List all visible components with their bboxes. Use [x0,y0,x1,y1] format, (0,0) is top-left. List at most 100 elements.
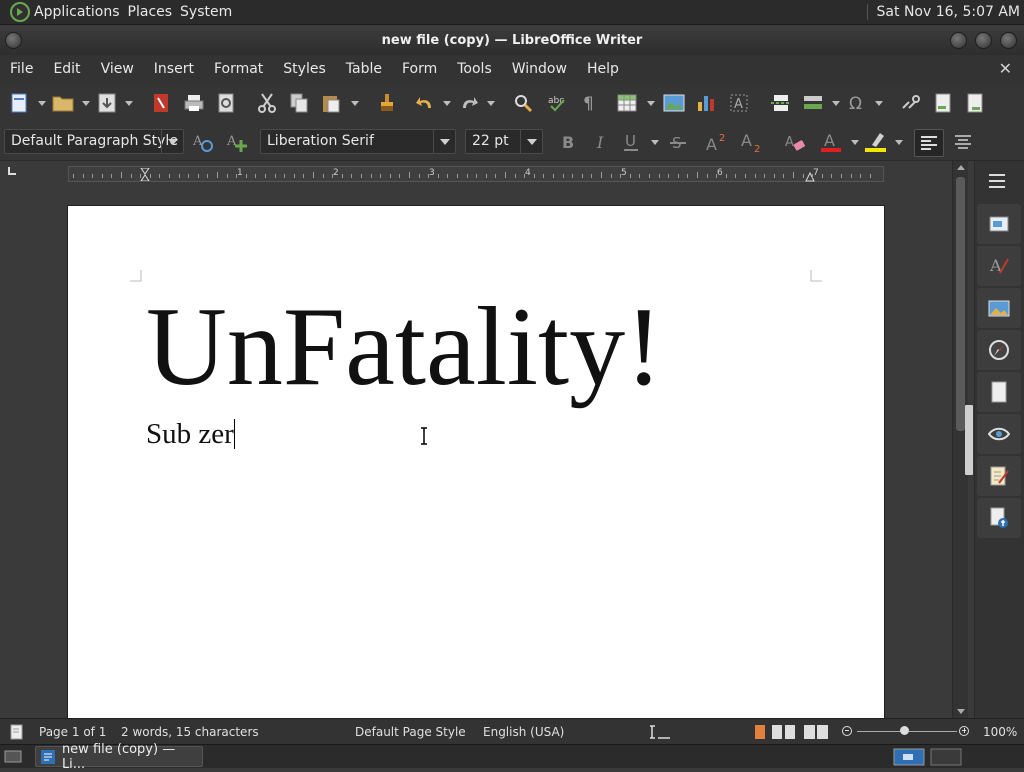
show-desktop-icon[interactable] [4,748,22,764]
text-language[interactable]: English (USA) [483,725,564,739]
print-icon[interactable] [183,92,205,114]
menu-format[interactable]: Format [204,61,273,77]
menu-view[interactable]: View [91,61,144,77]
menu-styles[interactable]: Styles [273,61,335,77]
sidebar-properties-icon[interactable] [977,204,1021,244]
close-document-icon[interactable]: ✕ [999,59,1012,78]
zoom-slider-thumb[interactable] [900,726,909,735]
insert-chart-icon[interactable] [695,92,717,114]
insert-field-dropdown[interactable] [832,101,840,106]
insert-endnote-icon[interactable] [964,92,986,114]
special-character-dropdown[interactable] [875,101,883,106]
menu-window[interactable]: Window [502,61,577,77]
applications-logo-icon[interactable] [10,2,30,22]
close-window-button[interactable] [1000,32,1017,49]
panel-menu-applications[interactable]: Applications [34,4,128,20]
document-modified-icon[interactable] [10,724,24,740]
insert-mode-icon[interactable] [648,724,672,740]
redo-dropdown[interactable] [487,101,495,106]
insert-text-box-icon[interactable]: A [728,92,750,114]
panel-menu-places[interactable]: Places [128,4,181,20]
paragraph-style-dropdown-arrow[interactable] [161,130,183,153]
document-heading[interactable]: UnFatality! [146,291,662,403]
insert-footnote-icon[interactable] [932,92,954,114]
sidebar-navigator-icon[interactable] [977,330,1021,370]
document-subtext-line[interactable]: Sub zer [146,418,235,451]
sidebar-accessibility-check-icon[interactable] [977,498,1021,538]
superscript-icon[interactable]: A2 [705,131,727,153]
spelling-icon[interactable]: abc [546,92,568,114]
save-dropdown[interactable] [125,101,133,106]
clock[interactable]: Sat Nov 16, 5:07 AM [877,4,1020,20]
horizontal-ruler[interactable]: 1 2 3 4 5 6 7 [68,166,884,182]
sidebar-gallery-icon[interactable] [977,288,1021,328]
paste-icon[interactable] [320,92,342,114]
font-color-dropdown[interactable] [851,140,859,145]
paragraph-style-combo[interactable]: Default Paragraph Style [4,129,184,154]
menu-insert[interactable]: Insert [144,61,204,77]
font-name-combo[interactable]: Liberation Serif [260,129,456,154]
subscript-icon[interactable]: A2 [740,131,762,153]
paste-dropdown[interactable] [351,101,359,106]
bold-icon[interactable]: B [557,131,579,153]
copy-icon[interactable] [288,92,310,114]
workspace-switcher-icon[interactable] [893,748,925,766]
sidebar-page-icon[interactable] [977,372,1021,412]
menu-file[interactable]: File [0,61,43,77]
left-indent-marker[interactable] [140,167,150,182]
highlight-color-icon[interactable] [864,131,886,153]
menu-tools[interactable]: Tools [447,61,502,77]
export-pdf-icon[interactable] [150,92,172,114]
new-style-icon[interactable]: A [226,131,248,153]
tab-stop-selector-icon[interactable] [8,167,16,175]
page-count[interactable]: Page 1 of 1 [39,725,106,739]
find-replace-icon[interactable] [512,92,534,114]
update-style-icon[interactable]: A [192,131,214,153]
align-center-icon[interactable] [952,131,974,153]
insert-table-icon[interactable] [616,92,638,114]
insert-field-icon[interactable] [802,92,824,114]
scroll-down-arrow[interactable] [957,709,965,714]
clone-formatting-icon[interactable] [376,92,398,114]
zoom-out-icon[interactable] [842,726,852,736]
font-name-dropdown-arrow[interactable] [433,130,455,153]
scroll-up-arrow[interactable] [957,165,965,170]
menu-edit[interactable]: Edit [43,61,90,77]
align-left-icon[interactable] [914,129,944,157]
page-style[interactable]: Default Page Style [355,725,466,739]
undo-dropdown[interactable] [443,101,451,106]
window-title-bar[interactable]: new file (copy) — LibreOffice Writer [0,26,1024,55]
font-color-icon[interactable]: A [820,131,842,153]
menu-table[interactable]: Table [336,61,392,77]
multi-page-view-icon[interactable] [771,724,799,740]
taskbar-window-button[interactable]: new file (copy) — Li... [35,742,203,772]
single-page-view-icon[interactable] [753,724,767,740]
insert-image-icon[interactable] [663,92,685,114]
strikethrough-icon[interactable]: S [667,131,689,153]
document-page[interactable]: UnFatality! Sub zer [67,205,885,718]
formatting-marks-icon[interactable]: ¶ [578,92,600,114]
right-indent-marker[interactable] [805,171,815,182]
sidebar-styles-icon[interactable]: A [977,246,1021,286]
font-size-dropdown-arrow[interactable] [520,130,542,153]
undo-icon[interactable] [414,92,436,114]
new-document-dropdown[interactable] [38,101,46,106]
menu-form[interactable]: Form [392,61,447,77]
sidebar-collapse-handle[interactable] [965,405,973,475]
menu-help[interactable]: Help [577,61,629,77]
workspace-2-icon[interactable] [930,748,962,766]
minimize-button[interactable] [950,32,967,49]
save-icon[interactable] [96,92,118,114]
font-size-combo[interactable]: 22 pt [465,129,543,154]
sidebar-style-inspector-icon[interactable] [977,414,1021,454]
book-view-icon[interactable] [803,724,831,740]
panel-menu-system[interactable]: System [180,4,240,20]
underline-dropdown[interactable] [651,140,659,145]
open-dropdown[interactable] [82,101,90,106]
insert-page-break-icon[interactable] [770,92,792,114]
new-document-icon[interactable] [8,92,30,114]
cut-icon[interactable] [256,92,278,114]
window-menu-button[interactable] [5,32,22,49]
insert-special-character-icon[interactable]: Ω [846,92,868,114]
scrollbar-thumb[interactable] [956,177,965,431]
